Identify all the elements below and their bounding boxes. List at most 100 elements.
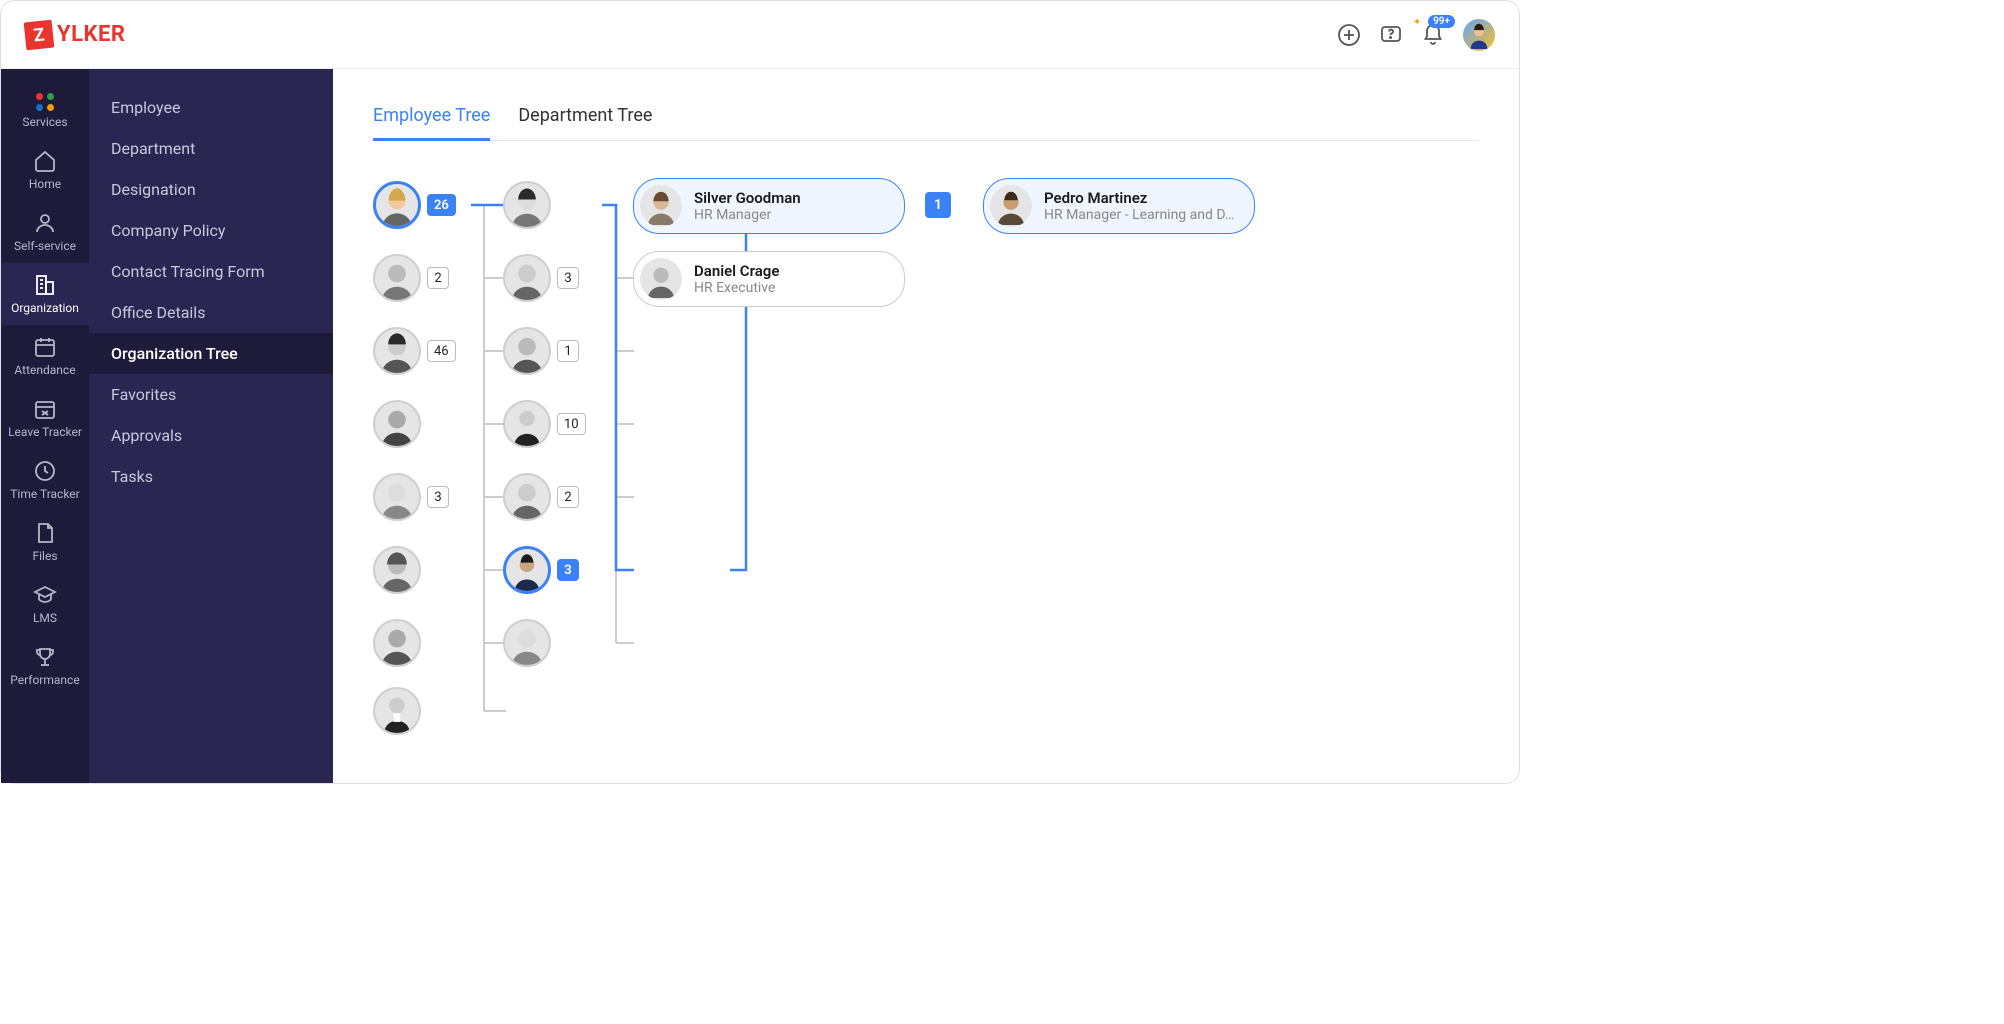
rail-item-files[interactable]: Files [1, 511, 89, 573]
subnav-item-tasks[interactable]: Tasks [89, 456, 333, 497]
employee-avatar [373, 254, 421, 302]
user-avatar[interactable] [1463, 19, 1495, 51]
subnav-item-designation[interactable]: Designation [89, 169, 333, 210]
person-icon [33, 211, 57, 235]
employee-avatar [503, 546, 551, 594]
direct-reports-count: 26 [427, 194, 456, 216]
subnav-item-contact-tracing[interactable]: Contact Tracing Form [89, 251, 333, 292]
employee-avatar [640, 258, 682, 300]
organization-tree: 26 2 46 3 [373, 181, 1479, 781]
tree-node[interactable]: 1 [503, 327, 579, 375]
employee-avatar [503, 619, 551, 667]
subnav-item-approvals[interactable]: Approvals [89, 415, 333, 456]
direct-reports-count: 1 [557, 340, 579, 362]
employee-card-silver-goodman[interactable]: Silver Goodman HR Manager [633, 178, 905, 234]
rail-label: LMS [33, 611, 57, 625]
employee-role: HR Manager [694, 207, 801, 223]
calendar-x-icon [33, 397, 57, 421]
direct-reports-count: 2 [427, 267, 449, 289]
tree-node[interactable] [373, 400, 421, 448]
rail-label: Leave Tracker [8, 425, 82, 439]
rail-label: Performance [10, 673, 79, 687]
rail-item-home[interactable]: Home [1, 139, 89, 201]
tree-node[interactable] [503, 181, 551, 229]
rail-label: Organization [11, 301, 79, 315]
subnav-item-department[interactable]: Department [89, 128, 333, 169]
file-icon [33, 521, 57, 545]
employee-name: Silver Goodman [694, 189, 801, 207]
help-icon[interactable] [1379, 23, 1403, 47]
subnav-item-organization-tree[interactable]: Organization Tree [89, 333, 333, 374]
rail-label: Files [32, 549, 57, 563]
employee-avatar [503, 327, 551, 375]
rail-label: Time Tracker [10, 487, 79, 501]
direct-reports-count: 10 [557, 413, 586, 435]
rail-label: Self-service [14, 239, 76, 253]
employee-avatar [503, 181, 551, 229]
tree-node[interactable]: 26 [373, 181, 456, 229]
tree-node[interactable] [373, 546, 421, 594]
employee-card-pedro-martinez[interactable]: Pedro Martinez HR Manager - Learning and… [983, 178, 1255, 234]
rail-item-self-service[interactable]: Self-service [1, 201, 89, 263]
direct-reports-count: 3 [557, 559, 579, 581]
tree-tabs: Employee Tree Department Tree [373, 99, 1479, 141]
employee-card-daniel-crage[interactable]: Daniel Crage HR Executive [633, 251, 905, 307]
services-icon [36, 93, 54, 111]
tree-node[interactable]: 10 [503, 400, 586, 448]
employee-avatar [373, 546, 421, 594]
graduation-icon [33, 583, 57, 607]
tree-node[interactable] [373, 687, 421, 735]
employee-role: HR Executive [694, 280, 779, 296]
rail-label: Home [29, 177, 61, 191]
tab-department-tree[interactable]: Department Tree [518, 99, 652, 140]
subnav-item-company-policy[interactable]: Company Policy [89, 210, 333, 251]
notification-badge: 99+ [1428, 15, 1455, 28]
employee-avatar [503, 254, 551, 302]
tree-node[interactable]: 3 [373, 473, 449, 521]
trophy-icon [33, 645, 57, 669]
direct-reports-count: 3 [557, 267, 579, 289]
rail-item-lms[interactable]: LMS [1, 573, 89, 635]
main-content: Employee Tree Department Tree [333, 69, 1519, 783]
tree-node[interactable]: 2 [373, 254, 449, 302]
employee-avatar [373, 473, 421, 521]
rail-item-attendance[interactable]: Attendance [1, 325, 89, 387]
employee-avatar [373, 400, 421, 448]
subnav-item-office-details[interactable]: Office Details [89, 292, 333, 333]
tree-node[interactable]: 3 [503, 546, 579, 594]
tree-node[interactable]: 3 [503, 254, 579, 302]
building-icon [33, 273, 57, 297]
employee-avatar [373, 327, 421, 375]
rail-item-organization[interactable]: Organization [1, 263, 89, 325]
tree-node[interactable] [373, 619, 421, 667]
rail-item-time-tracker[interactable]: Time Tracker [1, 449, 89, 511]
tree-node[interactable] [503, 619, 551, 667]
secondary-nav: Employee Department Designation Company … [89, 69, 333, 783]
subnav-item-favorites[interactable]: Favorites [89, 374, 333, 415]
direct-reports-count: 2 [557, 486, 579, 508]
tree-node[interactable]: 46 [373, 327, 456, 375]
logo-badge: Z [24, 19, 55, 50]
employee-avatar [373, 619, 421, 667]
employee-name: Daniel Crage [694, 262, 779, 280]
rail-item-performance[interactable]: Performance [1, 635, 89, 697]
subnav-item-employee[interactable]: Employee [89, 87, 333, 128]
direct-reports-count: 46 [427, 340, 456, 362]
notifications-icon[interactable]: ✦ 99+ [1421, 23, 1445, 47]
employee-role: HR Manager - Learning and D… [1044, 207, 1234, 223]
employee-avatar [373, 181, 421, 229]
logo-text: YLKER [57, 22, 125, 47]
brand-logo[interactable]: Z YLKER [25, 21, 125, 49]
tab-employee-tree[interactable]: Employee Tree [373, 99, 490, 141]
add-icon[interactable] [1337, 23, 1361, 47]
home-icon [33, 149, 57, 173]
tree-node[interactable]: 2 [503, 473, 579, 521]
employee-avatar [640, 185, 682, 227]
sparkle-icon: ✦ [1413, 17, 1421, 28]
employee-avatar [373, 687, 421, 735]
employee-avatar [503, 400, 551, 448]
rail-item-leave-tracker[interactable]: Leave Tracker [1, 387, 89, 449]
direct-reports-count: 3 [427, 486, 449, 508]
calendar-icon [33, 335, 57, 359]
rail-item-services[interactable]: Services [1, 83, 89, 139]
